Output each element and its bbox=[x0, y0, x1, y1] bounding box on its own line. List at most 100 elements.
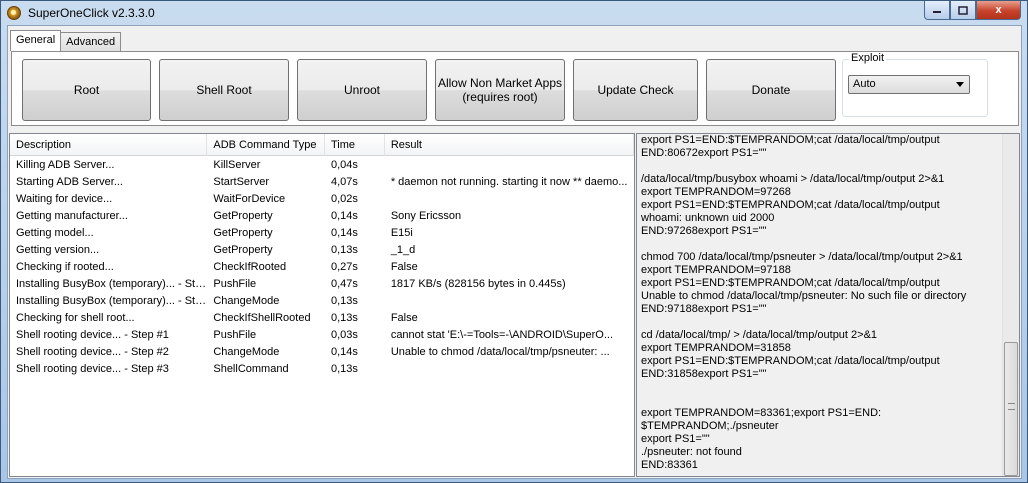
cell-result: E15i bbox=[390, 227, 413, 239]
cell-result: * daemon not running. starting it now **… bbox=[390, 176, 628, 188]
column-header-adb-command-type[interactable]: ADB Command Type bbox=[207, 134, 325, 156]
cell-command-type: KillServer bbox=[213, 159, 261, 171]
cell-time: 0,03s bbox=[330, 329, 358, 341]
tab-general[interactable]: General bbox=[10, 30, 62, 51]
cell-time: 0,27s bbox=[330, 261, 358, 273]
root-button[interactable]: Root bbox=[22, 59, 151, 121]
cell-result: cannot stat 'E:\-=Tools=-\ANDROID\SuperO… bbox=[390, 329, 613, 341]
cell-command-type: GetProperty bbox=[213, 210, 273, 222]
update-check-button-label: Update Check bbox=[597, 83, 674, 97]
minimize-icon bbox=[933, 11, 941, 13]
table-row[interactable]: Killing ADB Server... KillServer 0,04s bbox=[10, 157, 634, 174]
cell-result: 1817 KB/s (828156 bytes in 0.445s) bbox=[390, 278, 566, 290]
cell-result bbox=[385, 293, 634, 310]
exploit-group: Exploit Auto bbox=[842, 52, 988, 117]
cell-command-type: PushFile bbox=[213, 329, 257, 341]
list-header: Description ADB Command Type Time Result bbox=[10, 134, 634, 156]
table-row[interactable]: Shell rooting device... - Step #2 ChangeM… bbox=[10, 344, 634, 361]
cell-command-type: ShellCommand bbox=[213, 363, 289, 375]
cell-result: Unable to chmod /data/local/tmp/psneuter… bbox=[390, 346, 610, 358]
cell-command-type: GetProperty bbox=[213, 227, 273, 239]
cell-description: Installing BusyBox (temporary)... - Step… bbox=[16, 295, 208, 307]
dropdown-arrow-icon bbox=[956, 82, 964, 87]
cell-result bbox=[385, 157, 634, 174]
donate-button[interactable]: Donate bbox=[706, 59, 836, 121]
table-row[interactable]: Starting ADB Server... StartServer 4,07s * … bbox=[10, 174, 634, 191]
cell-time: 4,07s bbox=[330, 176, 358, 188]
exploit-dropdown[interactable]: Auto bbox=[848, 75, 970, 94]
cell-description: Shell rooting device... - Step #2 bbox=[16, 346, 169, 358]
cell-description: Getting version... bbox=[16, 244, 100, 256]
table-row[interactable]: Getting manufacturer... GetProperty 0,14s S… bbox=[10, 208, 634, 225]
cell-description: Killing ADB Server... bbox=[16, 159, 115, 171]
cell-time: 0,13s bbox=[330, 295, 358, 307]
allow-non-market-apps-button[interactable]: Allow Non Market Apps (requires root) bbox=[435, 59, 565, 121]
cell-description: Waiting for device... bbox=[16, 193, 113, 205]
cell-description: Checking for shell root... bbox=[16, 312, 135, 324]
allow-button-label: Allow Non Market Apps bbox=[437, 76, 563, 90]
maximize-button[interactable] bbox=[950, 1, 976, 20]
log-scrollbar[interactable] bbox=[1002, 134, 1019, 476]
title-bar[interactable]: SuperOneClick v2.3.3.0 x bbox=[1, 1, 1027, 25]
list-body: Killing ADB Server... KillServer 0,04s Star… bbox=[10, 157, 634, 378]
minimize-button[interactable] bbox=[924, 1, 950, 20]
cell-command-type: ChangeMode bbox=[213, 346, 280, 358]
table-row[interactable]: Getting model... GetProperty 0,14s E15i bbox=[10, 225, 634, 242]
main-window: SuperOneClick v2.3.3.0 x General Advance… bbox=[0, 0, 1028, 483]
table-row[interactable]: Shell rooting device... - Step #1 PushFil… bbox=[10, 327, 634, 344]
column-header-result[interactable]: Result bbox=[385, 134, 634, 156]
window-controls: x bbox=[924, 1, 1021, 20]
cell-result: Sony Ericsson bbox=[390, 210, 462, 222]
table-row[interactable]: Installing BusyBox (temporary)... - Step… bbox=[10, 293, 634, 310]
table-row[interactable]: Waiting for device... WaitForDevice 0,02s bbox=[10, 191, 634, 208]
root-button-label: Root bbox=[73, 83, 100, 97]
cell-result bbox=[385, 361, 634, 378]
table-row[interactable]: Installing BusyBox (temporary)... - Step… bbox=[10, 276, 634, 293]
cell-result: False bbox=[390, 261, 418, 273]
column-header-time[interactable]: Time bbox=[325, 134, 385, 156]
cell-time: 0,13s bbox=[330, 244, 358, 256]
table-row[interactable]: Getting version... GetProperty 0,13s _1_d bbox=[10, 242, 634, 259]
cell-time: 0,13s bbox=[330, 363, 358, 375]
cell-description: Shell rooting device... - Step #3 bbox=[16, 363, 169, 375]
cell-time: 0,04s bbox=[330, 159, 358, 171]
tab-advanced[interactable]: Advanced bbox=[60, 32, 122, 51]
close-button[interactable]: x bbox=[976, 1, 1021, 20]
app-icon bbox=[7, 6, 21, 20]
cell-description: Starting ADB Server... bbox=[16, 176, 123, 188]
cell-result: False bbox=[390, 312, 418, 324]
exploit-value: Auto bbox=[853, 78, 876, 90]
general-panel: Root Shell Root Unroot Allow Non Market … bbox=[11, 51, 1019, 126]
cell-command-type: ChangeMode bbox=[213, 295, 280, 307]
table-row[interactable]: Checking for shell root... CheckIfShellRo… bbox=[10, 310, 634, 327]
cell-result bbox=[385, 191, 634, 208]
client-area: General Advanced Root Shell Root Unroot … bbox=[7, 25, 1022, 479]
cell-result: _1_d bbox=[390, 244, 416, 256]
cell-time: 0,14s bbox=[330, 227, 358, 239]
allow-button-sublabel: (requires root) bbox=[462, 90, 538, 104]
cell-command-type: CheckIfRooted bbox=[213, 261, 287, 273]
scrollbar-thumb[interactable] bbox=[1004, 342, 1018, 476]
maximize-icon bbox=[958, 5, 968, 15]
command-list[interactable]: Description ADB Command Type Time Result… bbox=[9, 133, 635, 477]
donate-button-label: Donate bbox=[751, 83, 791, 97]
log-text: export PS1=END:$TEMPRANDOM;cat /data/loc… bbox=[641, 134, 967, 471]
column-header-description[interactable]: Description bbox=[10, 134, 208, 156]
unroot-button[interactable]: Unroot bbox=[297, 59, 427, 121]
cell-description: Getting manufacturer... bbox=[16, 210, 128, 222]
window-title: SuperOneClick v2.3.3.0 bbox=[28, 6, 155, 20]
update-check-button[interactable]: Update Check bbox=[573, 59, 698, 121]
table-row[interactable]: Shell rooting device... - Step #3 ShellCo… bbox=[10, 361, 634, 378]
log-output[interactable]: export PS1=END:$TEMPRANDOM;cat /data/loc… bbox=[636, 133, 1020, 477]
cell-description: Installing BusyBox (temporary)... - Step… bbox=[16, 278, 208, 290]
table-row[interactable]: Checking if rooted... CheckIfRooted 0,27s F… bbox=[10, 259, 634, 276]
cell-description: Shell rooting device... - Step #1 bbox=[16, 329, 169, 341]
grip-icon bbox=[1008, 403, 1015, 410]
cell-time: 0,14s bbox=[330, 210, 358, 222]
cell-command-type: GetProperty bbox=[213, 244, 273, 256]
cell-command-type: PushFile bbox=[213, 278, 257, 290]
shell-root-button[interactable]: Shell Root bbox=[159, 59, 289, 121]
cell-command-type: WaitForDevice bbox=[213, 193, 286, 205]
close-icon: x bbox=[995, 4, 1002, 16]
cell-description: Checking if rooted... bbox=[16, 261, 114, 273]
